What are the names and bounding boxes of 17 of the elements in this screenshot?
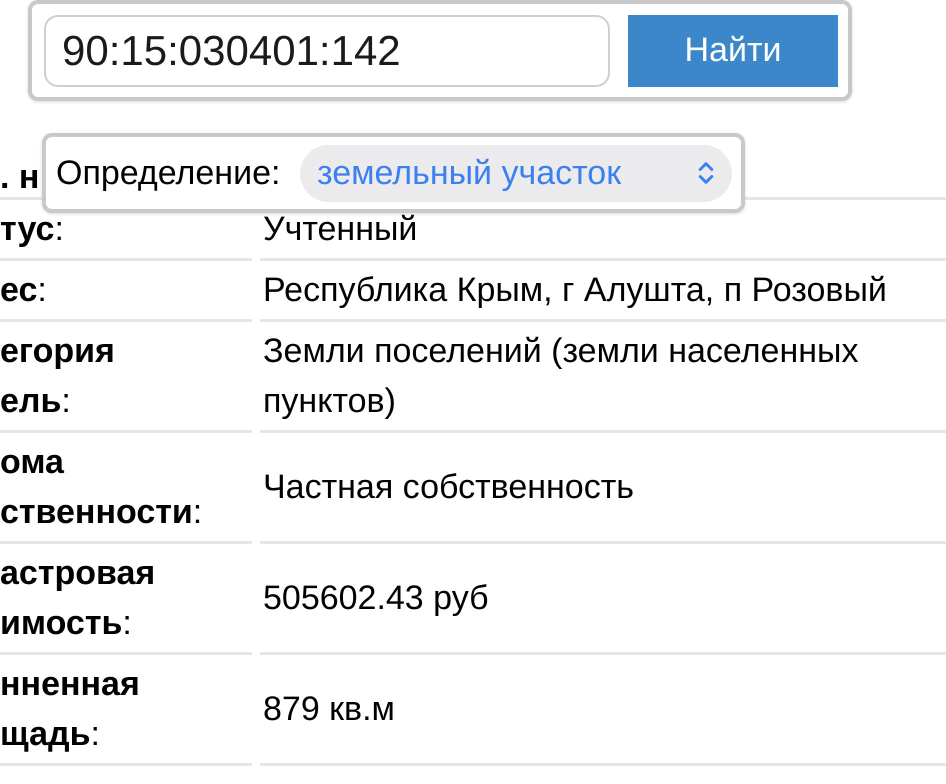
field-label: егория ель: [0, 331, 115, 422]
field-label: астровая имость: [0, 553, 156, 644]
type-select[interactable]: земельный участок [300, 144, 732, 202]
field-label: нненная щадь: [0, 664, 140, 755]
field-label: ома ственности: [0, 442, 202, 533]
field-value: Республика Крым, г Алушта, п Розовый [263, 270, 887, 311]
field-value: 505602.43 руб [263, 578, 489, 619]
field-label: ес: [0, 270, 47, 311]
field-value: Частная собственность [263, 467, 634, 508]
search-button[interactable]: Найти [628, 14, 838, 86]
type-label: Определение: [56, 153, 280, 193]
field-value: 879 кв.м [263, 689, 395, 730]
field-label: . н [0, 157, 40, 197]
field-value: Учтенный [263, 209, 418, 250]
field-label: тус: [0, 209, 64, 250]
search-field[interactable]: 90:15:030401:142 [44, 14, 610, 86]
field-value: Земли поселений (земли населенных пунктов) [263, 331, 860, 422]
